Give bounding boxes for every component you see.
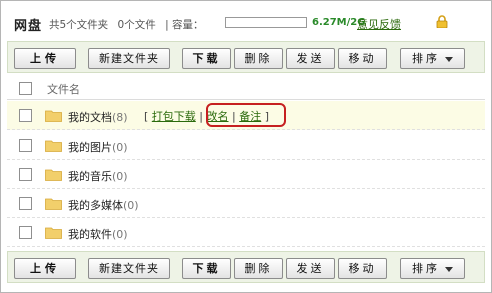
send-button[interactable]: 发送: [286, 258, 335, 279]
sort-dropdown[interactable]: 排序: [400, 48, 465, 69]
row-checkbox[interactable]: [19, 197, 32, 210]
select-all-checkbox[interactable]: [19, 82, 32, 95]
pack-download-link[interactable]: 打包下载: [152, 110, 196, 123]
folder-row-software[interactable]: 我的软件(0): [7, 218, 485, 247]
folder-row-documents[interactable]: 我的文档(8) [ 打包下载 | 改名 | 备注 ]: [7, 101, 485, 130]
folder-icon: [45, 198, 62, 210]
folder-row-music[interactable]: 我的音乐(0): [7, 160, 485, 189]
delete-button[interactable]: 删除: [234, 258, 283, 279]
delete-button[interactable]: 删除: [234, 48, 283, 69]
sort-label: 排序: [412, 52, 440, 65]
download-button[interactable]: 下载: [182, 258, 231, 279]
download-button[interactable]: 下载: [182, 48, 231, 69]
lock-icon[interactable]: [436, 15, 448, 28]
row-checkbox[interactable]: [19, 168, 32, 181]
folder-icon: [45, 169, 62, 181]
send-button[interactable]: 发送: [286, 48, 335, 69]
page-title: 网盘: [14, 19, 43, 34]
folder-icon: [45, 140, 62, 152]
row-checkbox[interactable]: [19, 139, 32, 152]
new-folder-button[interactable]: 新建文件夹: [88, 258, 170, 279]
folder-name[interactable]: 我的图片(0): [68, 139, 128, 155]
folder-count: 共5个文件夹: [49, 19, 109, 31]
chevron-down-icon: [445, 56, 453, 62]
folder-name[interactable]: 我的多媒体(0): [68, 197, 139, 213]
new-folder-button[interactable]: 新建文件夹: [88, 48, 170, 69]
file-count: 0个文件: [117, 19, 156, 31]
netdisk-panel: 网盘 共5个文件夹 0个文件 | 容量： 6.27M/2G 意见反馈 上传 新建…: [0, 0, 492, 293]
folder-icon: [45, 110, 62, 122]
folder-name[interactable]: 我的文档(8): [68, 109, 128, 125]
upload-button[interactable]: 上传: [14, 258, 76, 279]
row-checkbox[interactable]: [19, 226, 32, 239]
sort-dropdown[interactable]: 排序: [400, 258, 465, 279]
storage-stats: 共5个文件夹 0个文件 | 容量：: [49, 17, 209, 32]
folder-row-pictures[interactable]: 我的图片(0): [7, 131, 485, 160]
move-button[interactable]: 移动: [338, 48, 387, 69]
row-checkbox[interactable]: [19, 109, 32, 122]
panel-header: 网盘 共5个文件夹 0个文件 | 容量： 6.27M/2G 意见反馈: [1, 1, 491, 39]
highlight-ring: [206, 103, 286, 127]
toolbar-bottom: 上传 新建文件夹 下载 删除 发送 移动 排序: [7, 251, 485, 283]
column-filename: 文件名: [47, 83, 80, 96]
folder-icon: [45, 227, 62, 239]
folder-name[interactable]: 我的音乐(0): [68, 168, 128, 184]
folder-row-multimedia[interactable]: 我的多媒体(0): [7, 189, 485, 218]
upload-button[interactable]: 上传: [14, 48, 76, 69]
chevron-down-icon: [445, 266, 453, 272]
toolbar-top: 上传 新建文件夹 下载 删除 发送 移动 排序: [7, 41, 485, 73]
move-button[interactable]: 移动: [338, 258, 387, 279]
folder-name[interactable]: 我的软件(0): [68, 226, 128, 242]
capacity-label: | 容量：: [165, 19, 204, 31]
list-header: 文件名: [7, 76, 485, 100]
quota-progress-bar: [225, 17, 307, 28]
sort-label: 排序: [412, 262, 440, 275]
feedback-link[interactable]: 意见反馈: [357, 16, 401, 32]
